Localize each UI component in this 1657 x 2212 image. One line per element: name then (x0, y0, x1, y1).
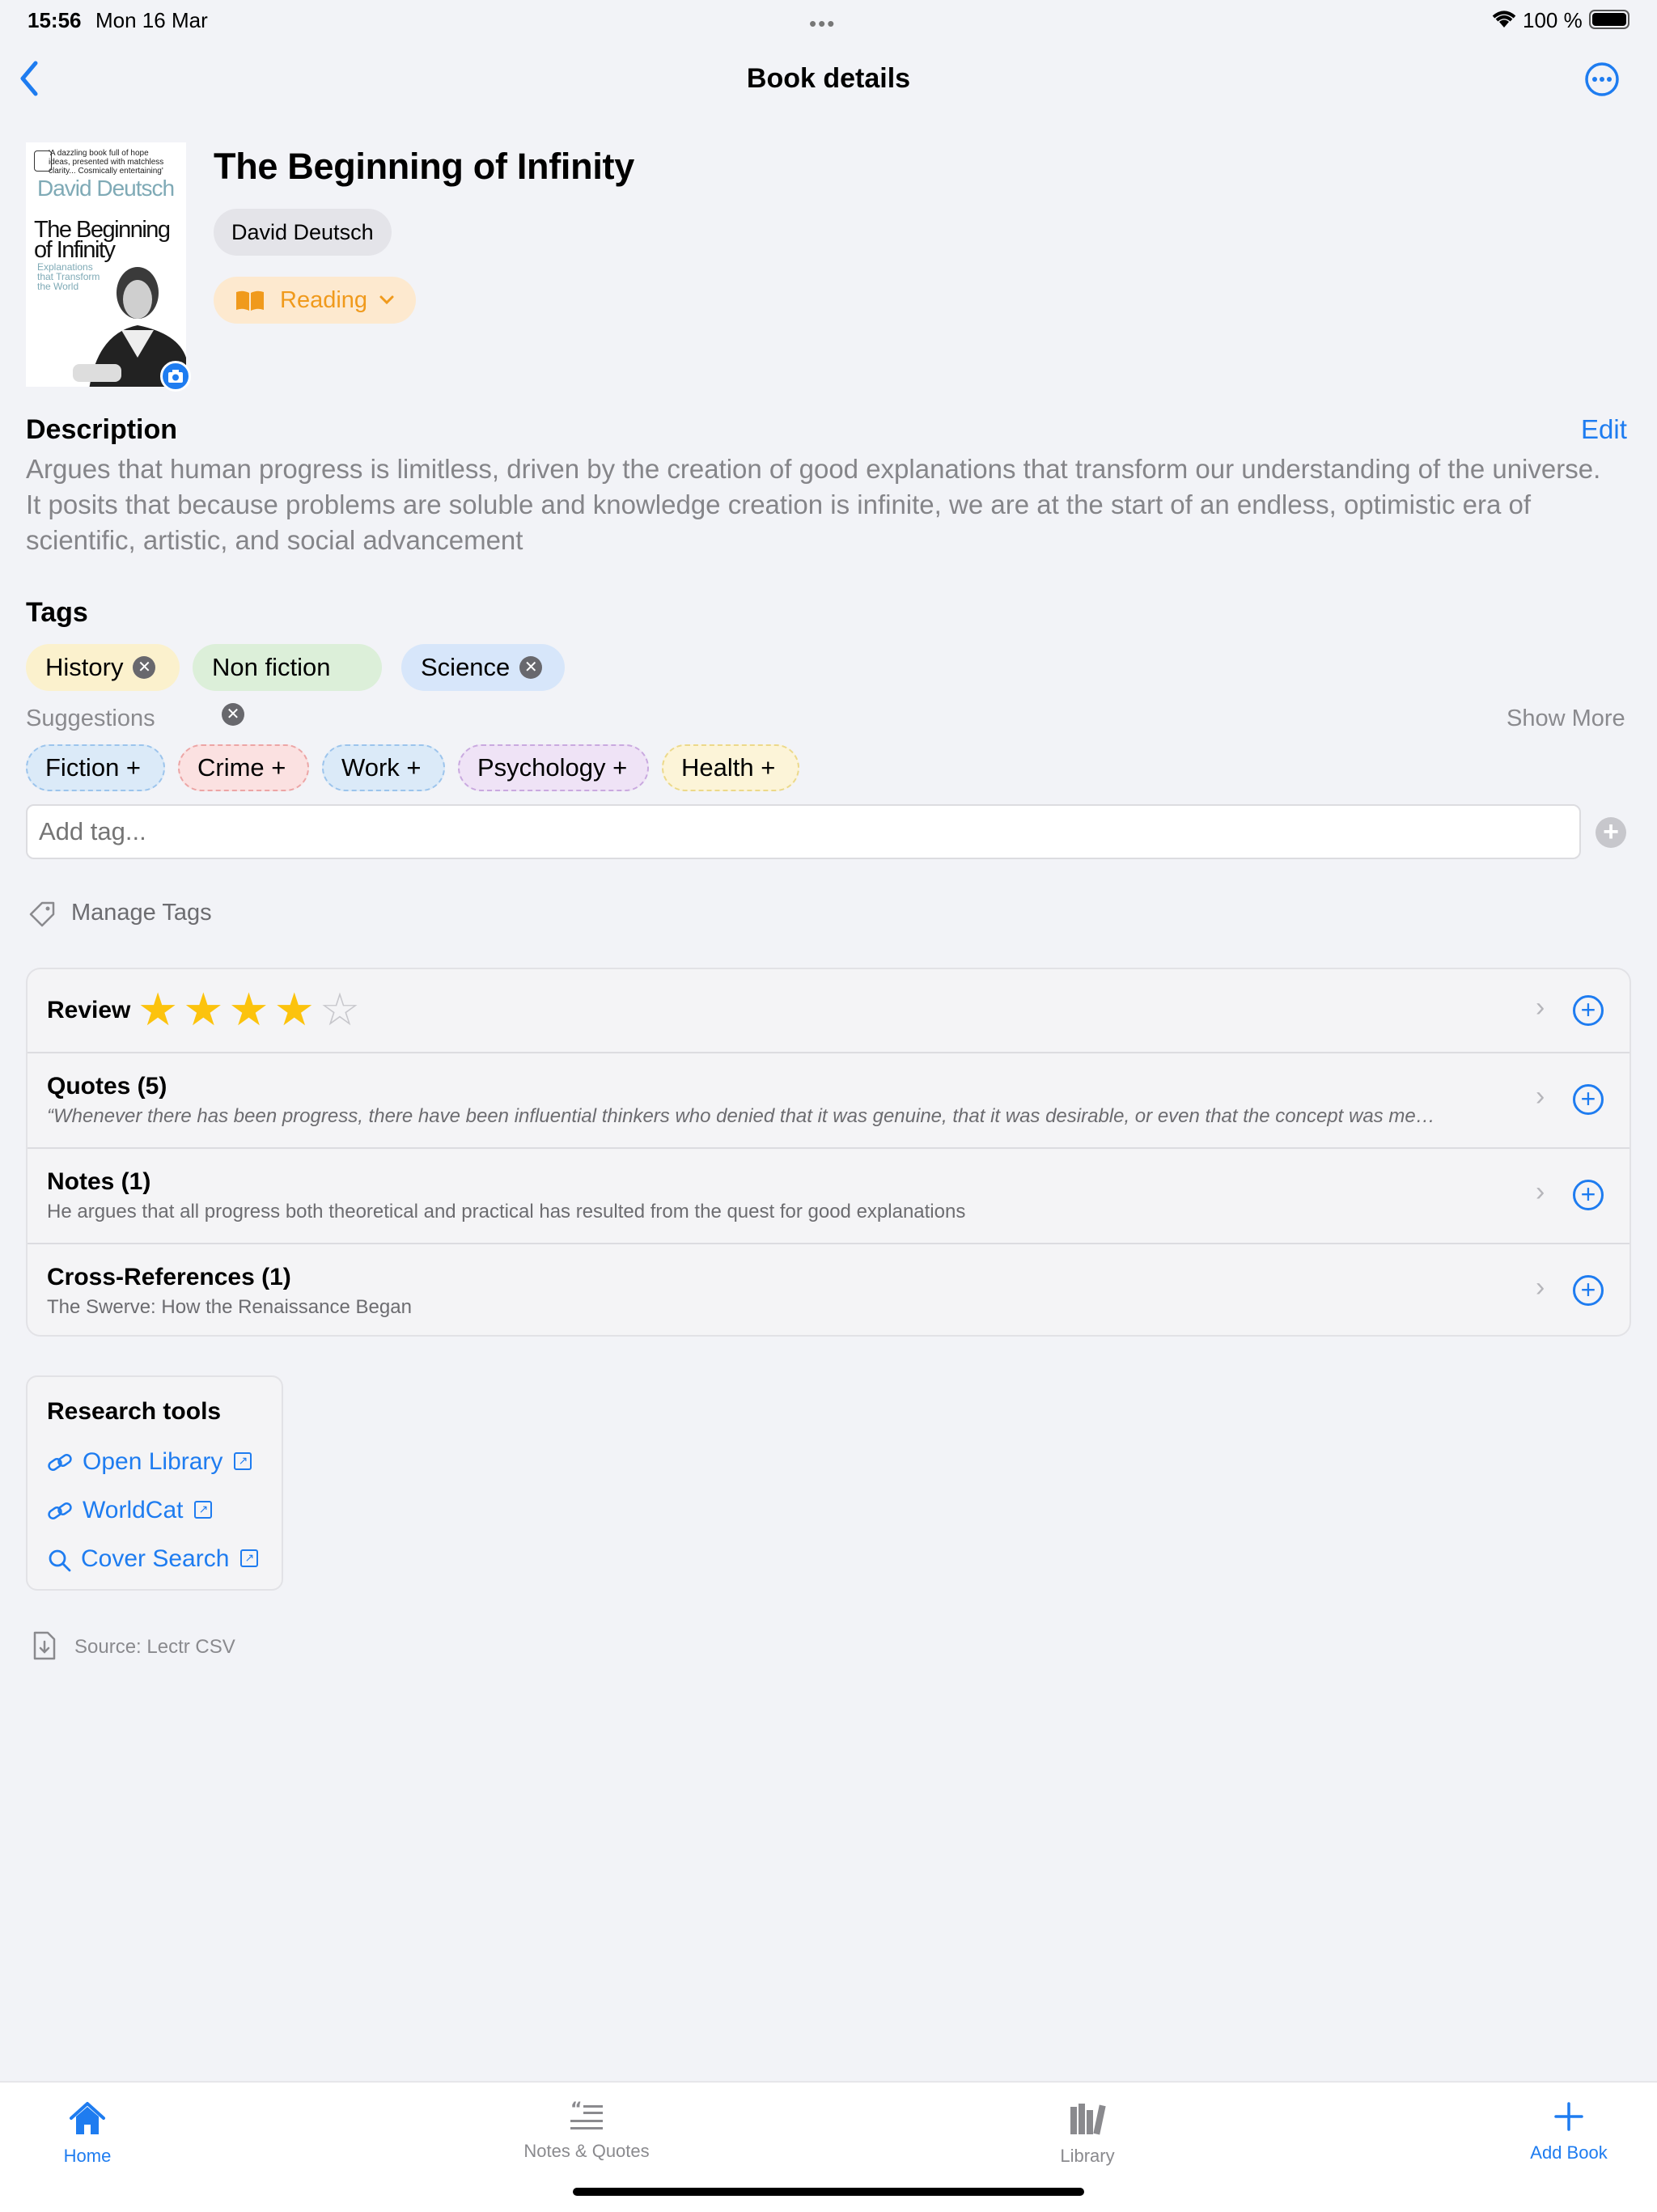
multitasking-dots-icon[interactable]: ••• (809, 11, 836, 36)
cross-references-label: Cross-References (1) (47, 1264, 291, 1290)
manage-tags-button[interactable]: Manage Tags (71, 900, 212, 926)
details-card: Review ★ ★ ★ ★ ☆ › + Quotes (5) “Whenever th… (26, 968, 1631, 1337)
external-link-icon: ↗ (240, 1549, 259, 1568)
tab-home[interactable]: Home (47, 2100, 128, 2167)
tab-notes-quotes[interactable]: “ Notes & Quotes (494, 2100, 680, 2162)
book-title: The Beginning of Infinity (214, 146, 634, 187)
battery-percent: 100 % (1523, 8, 1583, 32)
suggestion-health[interactable]: Health + (662, 744, 799, 791)
suggestion-psychology[interactable]: Psychology + (458, 744, 649, 791)
book-open-icon (236, 290, 264, 311)
worldcat-link[interactable]: WorldCat ↗ (47, 1497, 213, 1524)
cover-author: David Deutsch (37, 176, 175, 201)
notes-label: Notes (1) (47, 1168, 151, 1195)
cover-search-link[interactable]: Cover Search ↗ (47, 1545, 259, 1573)
status-date: Mon 16 Mar (95, 8, 208, 32)
page-title: Book details (746, 63, 911, 94)
research-tools-heading: Research tools (47, 1398, 222, 1425)
tag-icon (29, 901, 55, 927)
star-filled-icon[interactable]: ★ (274, 985, 315, 1034)
cross-references-row[interactable]: Cross-References (1) The Swerve: How the… (28, 1243, 1629, 1335)
star-empty-icon[interactable]: ☆ (320, 985, 360, 1034)
external-link-icon: ↗ (194, 1501, 213, 1519)
open-library-link[interactable]: Open Library ↗ (47, 1448, 252, 1476)
suggestion-work[interactable]: Work + (322, 744, 445, 791)
remove-tag-icon[interactable]: ✕ (222, 702, 244, 726)
add-tag-plus-icon[interactable]: + (1596, 817, 1626, 848)
quote-list-icon: “ (570, 2100, 603, 2129)
tag-history[interactable]: History ✕ (26, 644, 180, 691)
add-quote-icon[interactable]: + (1573, 1084, 1604, 1115)
tab-label: Add Book (1530, 2142, 1608, 2163)
suggestion-fiction[interactable]: Fiction + (26, 744, 165, 791)
external-link-icon: ↗ (234, 1452, 252, 1471)
svg-text:“: “ (570, 2100, 582, 2120)
more-options-icon[interactable] (1584, 61, 1620, 97)
home-indicator[interactable] (573, 2188, 1084, 2196)
review-row[interactable]: Review ★ ★ ★ ★ ☆ › + (28, 969, 1629, 1053)
tab-library[interactable]: Library (1039, 2100, 1136, 2167)
book-cover[interactable]: 'A dazzling book full of hope ideas, pre… (26, 142, 186, 387)
notes-row[interactable]: Notes (1) He argues that all progress bo… (28, 1147, 1629, 1244)
house-icon (70, 2102, 105, 2134)
notes-preview: He argues that all progress both theoret… (47, 1201, 966, 1223)
review-label: Review (47, 997, 131, 1023)
tab-label: Notes & Quotes (523, 2141, 650, 2161)
chevron-right-icon: › (1536, 1272, 1545, 1303)
tag-science[interactable]: Science ✕ (401, 644, 565, 691)
link-label: WorldCat (83, 1497, 184, 1523)
chevron-right-icon: › (1536, 1176, 1545, 1207)
tab-add-book[interactable]: Add Book (1524, 2100, 1613, 2163)
add-review-icon[interactable]: + (1573, 995, 1604, 1026)
suggestion-crime[interactable]: Crime + (178, 744, 309, 791)
research-tools-panel: Research tools Open Library ↗ WorldCat ↗ C… (26, 1375, 283, 1591)
quotes-row[interactable]: Quotes (5) “Whenever there has been prog… (28, 1052, 1629, 1149)
quotes-preview: “Whenever there has been progress, there… (47, 1105, 1435, 1127)
cover-blurb: 'A dazzling book full of hope ideas, pre… (49, 149, 164, 176)
document-import-icon (33, 1631, 56, 1660)
link-label: Cover Search (81, 1545, 230, 1572)
tab-label: Library (1060, 2146, 1115, 2166)
add-note-icon[interactable]: + (1573, 1180, 1604, 1210)
reading-status-label: Reading (280, 287, 368, 313)
cover-title: The Beginning of Infinity (34, 217, 171, 263)
link-label: Open Library (83, 1448, 223, 1475)
star-filled-icon[interactable]: ★ (183, 985, 223, 1034)
plus-icon (1554, 2102, 1583, 2131)
star-filled-icon[interactable]: ★ (228, 985, 269, 1034)
suggestions-label: Suggestions (26, 706, 155, 731)
tag-label: Non fiction (212, 653, 331, 681)
tag-label: Science (421, 653, 511, 681)
tags-heading: Tags (26, 597, 88, 628)
change-cover-camera-icon[interactable] (160, 361, 191, 392)
cross-references-preview: The Swerve: How the Renaissance Began (47, 1296, 412, 1318)
quotes-label: Quotes (5) (47, 1073, 167, 1100)
wifi-icon (1492, 11, 1516, 28)
tag-label: History (45, 653, 124, 681)
source-label: Source: Lectr CSV (74, 1636, 235, 1658)
link-icon (48, 1502, 72, 1520)
add-cross-reference-icon[interactable]: + (1573, 1275, 1604, 1306)
remove-tag-icon[interactable]: ✕ (133, 655, 156, 679)
search-icon (49, 1549, 71, 1572)
books-icon (1070, 2104, 1106, 2135)
add-tag-input[interactable] (26, 804, 1581, 859)
tab-label: Home (63, 2146, 112, 2166)
author-chip[interactable]: David Deutsch (214, 209, 392, 256)
battery-icon (1589, 10, 1629, 29)
description-heading: Description (26, 414, 178, 445)
edit-description-button[interactable]: Edit (1581, 414, 1627, 445)
link-icon (48, 1454, 72, 1472)
remove-tag-icon[interactable]: ✕ (519, 655, 543, 679)
tag-non-fiction[interactable]: Non fiction ✕ (193, 644, 382, 726)
star-filled-icon[interactable]: ★ (138, 985, 178, 1034)
chevron-right-icon: › (1536, 992, 1545, 1023)
reading-status-dropdown[interactable]: Reading (214, 277, 416, 324)
chevron-down-icon (379, 295, 394, 305)
chevron-right-icon: › (1536, 1081, 1545, 1112)
show-more-button[interactable]: Show More (1507, 706, 1625, 732)
status-time: 15:56 (28, 8, 82, 32)
star-rating[interactable]: ★ ★ ★ ★ ☆ (138, 985, 365, 1034)
description-text: Argues that human progress is limitless,… (26, 454, 1601, 555)
